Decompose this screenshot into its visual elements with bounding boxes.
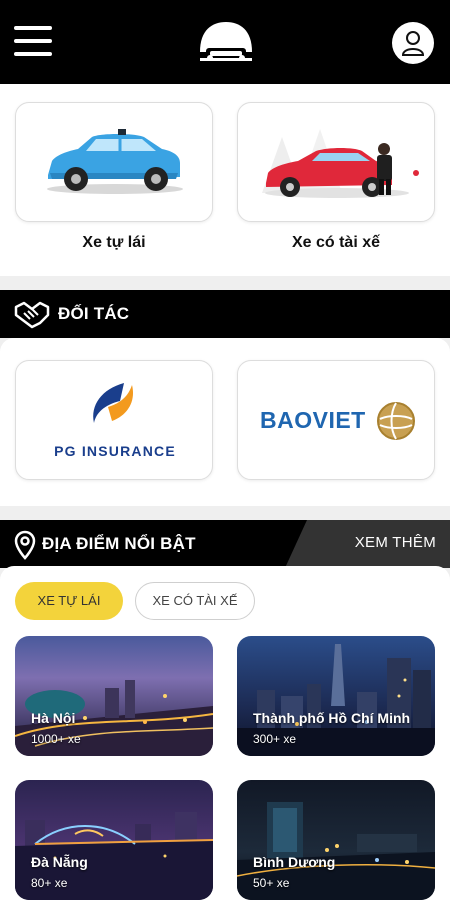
city-card-ho-chi-minh[interactable]: Thành phố Hồ Chí Minh 300+ xe [237, 636, 435, 756]
with-driver-card[interactable] [237, 102, 435, 222]
city-car-count: 50+ xe [253, 876, 290, 890]
top-bar [0, 0, 450, 84]
see-more-button[interactable]: XEM THÊM [285, 520, 450, 568]
self-drive-card[interactable] [15, 102, 213, 222]
city-card-da-nang[interactable]: Đà Nẵng 80+ xe [15, 780, 213, 900]
city-name: Thành phố Hồ Chí Minh [253, 710, 411, 726]
partners-header: ĐỐI TÁC [0, 290, 450, 338]
city-card-binh-duong[interactable]: Bình Dương 50+ xe [237, 780, 435, 900]
baoviet-globe-icon [377, 402, 415, 440]
city-name: Hà Nội [31, 710, 76, 726]
car-front-logo[interactable] [196, 20, 256, 64]
baoviet-name: BAOVIET [260, 407, 366, 433]
user-profile-button[interactable] [392, 22, 434, 64]
partner-card-pg-insurance[interactable]: PG INSURANCE [15, 360, 213, 480]
service-section: Xe tự lái Xe có tài xế [0, 84, 450, 276]
locations-header: ĐỊA ĐIỂM NỔI BẬT XEM THÊM [0, 520, 450, 568]
app-screen: Xe tự lái Xe có tài xế ĐỐI TÁC PG INSURA… [0, 0, 450, 900]
blue-self-drive-car [47, 129, 183, 194]
partners-title: ĐỐI TÁC [58, 304, 130, 323]
city-car-count: 1000+ xe [31, 732, 81, 746]
city-car-count: 300+ xe [253, 732, 297, 746]
user-profile-icon [401, 31, 425, 56]
pg-insurance-name: PG INSURANCE [54, 443, 176, 459]
with-driver-label: Xe có tài xế [291, 234, 381, 251]
map-pin-icon [14, 530, 36, 560]
locations-section: XE TỰ LÁI XE CÓ TÀI XẾ Hà Nội 1000+ xe T… [0, 566, 450, 900]
tab-self-drive[interactable]: XE TỰ LÁI [15, 582, 123, 620]
self-drive-label: Xe tự lái [82, 234, 146, 251]
pg-insurance-logo [93, 383, 134, 423]
locations-title: ĐỊA ĐIỂM NỔI BẬT [42, 534, 196, 553]
hamburger-menu-icon[interactable] [14, 26, 52, 58]
partner-card-baoviet[interactable]: BAOVIET [237, 360, 435, 480]
tab-with-driver[interactable]: XE CÓ TÀI XẾ [135, 582, 255, 620]
see-more-label: XEM THÊM [354, 534, 436, 551]
city-card-ha-noi[interactable]: Hà Nội 1000+ xe [15, 636, 213, 756]
handshake-icon [14, 301, 50, 329]
city-car-count: 80+ xe [31, 876, 68, 890]
red-car-with-driver [262, 129, 419, 198]
partners-section: PG INSURANCE BAOVIET [0, 338, 450, 506]
city-name: Bình Dương [253, 854, 336, 870]
city-name: Đà Nẵng [31, 854, 88, 870]
